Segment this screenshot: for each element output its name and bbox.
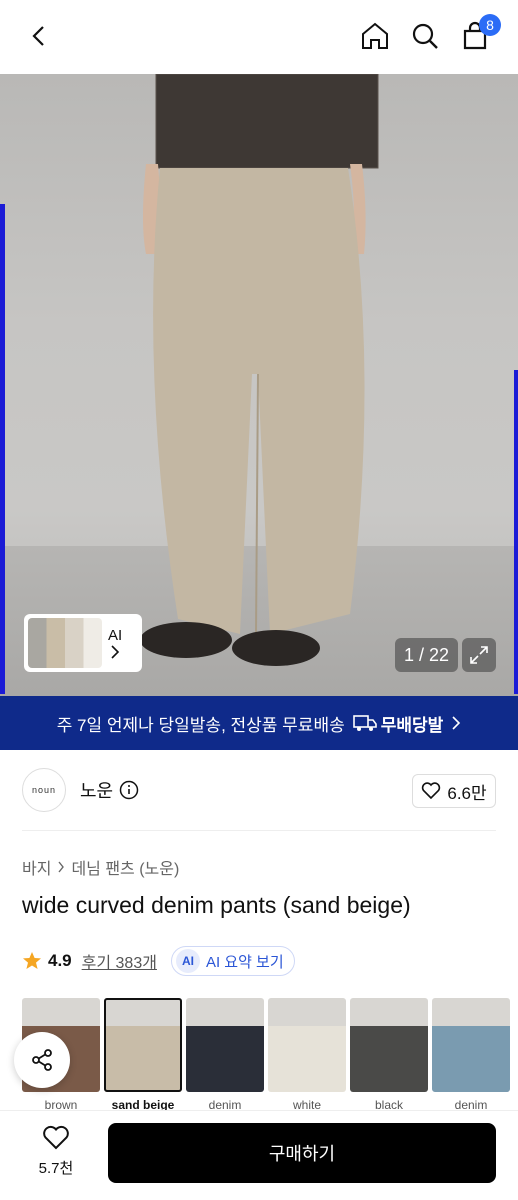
banner-logo: 무배당발 bbox=[352, 711, 444, 736]
brand-like-button[interactable]: 6.6만 bbox=[412, 774, 496, 808]
variant-image bbox=[104, 998, 182, 1092]
color-variant-list: brown sand beige denim white black denim bbox=[22, 998, 518, 1112]
buy-button[interactable]: 구매하기 bbox=[108, 1123, 496, 1183]
cart-button[interactable]: 8 bbox=[455, 14, 501, 56]
ai-badge-icon: AI bbox=[175, 949, 200, 973]
ai-summary-label: AI 요약 보기 bbox=[205, 953, 284, 971]
brand-name[interactable]: 노운 bbox=[80, 777, 113, 803]
delivery-truck-icon bbox=[352, 715, 377, 731]
share-button[interactable] bbox=[14, 1032, 70, 1088]
search-button[interactable] bbox=[405, 16, 445, 56]
variant-image bbox=[268, 998, 346, 1092]
info-icon[interactable] bbox=[119, 780, 139, 800]
scroll-edge-right bbox=[514, 370, 518, 694]
bottom-action-bar: 5.7천 구매하기 bbox=[0, 1110, 518, 1200]
reviews-link[interactable]: 후기 383개 bbox=[82, 949, 157, 973]
image-counter: 1 / 22 bbox=[395, 638, 458, 672]
thumbnail-image bbox=[28, 618, 102, 668]
ai-summary-button[interactable]: AI AI 요약 보기 bbox=[170, 946, 295, 976]
variant-image bbox=[350, 998, 428, 1092]
chevron-right-icon bbox=[111, 645, 120, 659]
expand-icon bbox=[470, 646, 488, 664]
product-photo bbox=[140, 74, 379, 666]
chevron-right-icon bbox=[452, 716, 461, 730]
breadcrumb-category[interactable]: 바지 bbox=[22, 855, 51, 879]
scroll-edge-left bbox=[0, 204, 5, 694]
star-icon bbox=[23, 952, 41, 969]
brand-row: noun 노운 6.6만 bbox=[22, 766, 496, 814]
wishlist-count: 5.7천 bbox=[38, 1160, 74, 1177]
variant-denim-light[interactable]: denim bbox=[432, 998, 510, 1112]
heart-icon bbox=[422, 782, 441, 800]
variant-black[interactable]: black bbox=[350, 998, 428, 1112]
rating-score: 4.9 bbox=[48, 951, 72, 970]
breadcrumb: 바지 데님 팬츠 (노운) bbox=[22, 855, 179, 879]
ai-fitting-thumbnail[interactable]: AI bbox=[24, 614, 142, 672]
section-divider bbox=[22, 830, 496, 831]
ai-label: AI bbox=[108, 627, 123, 644]
banner-logo-text: 무배당발 bbox=[380, 715, 444, 735]
variant-image bbox=[186, 998, 264, 1092]
chevron-right-icon bbox=[58, 861, 65, 873]
ai-thumb-label-group: AI bbox=[108, 627, 122, 659]
cart-count-badge: 8 bbox=[479, 14, 501, 36]
share-icon bbox=[32, 1049, 52, 1071]
chevron-left-icon bbox=[32, 26, 44, 46]
product-image-gallery[interactable]: AI 1 / 22 bbox=[0, 74, 518, 696]
wishlist-button[interactable]: 5.7천 bbox=[30, 1125, 82, 1178]
banner-text: 주 7일 언제나 당일발송, 전상품 무료배송 bbox=[56, 715, 345, 735]
expand-button[interactable] bbox=[462, 638, 496, 672]
breadcrumb-subcategory[interactable]: 데님 팬츠 (노운) bbox=[71, 855, 179, 879]
rating-row: 4.9 후기 383개 AI AI 요약 보기 bbox=[22, 946, 295, 976]
home-button[interactable] bbox=[355, 16, 395, 56]
variant-denim[interactable]: denim bbox=[186, 998, 264, 1112]
variant-white[interactable]: white bbox=[268, 998, 346, 1112]
brand-likes-count: 6.6만 bbox=[447, 783, 487, 803]
top-header: 8 bbox=[0, 0, 518, 74]
home-icon bbox=[362, 22, 388, 49]
brand-logo[interactable]: noun bbox=[22, 768, 66, 812]
variant-sand-beige[interactable]: sand beige bbox=[104, 998, 182, 1112]
search-icon bbox=[412, 23, 438, 49]
heart-icon bbox=[43, 1125, 69, 1150]
back-button[interactable] bbox=[20, 16, 60, 56]
free-shipping-banner[interactable]: 주 7일 언제나 당일발송, 전상품 무료배송 무배당발 bbox=[0, 696, 518, 750]
variant-image bbox=[432, 998, 510, 1092]
product-title: wide curved denim pants (sand beige) bbox=[22, 892, 411, 918]
